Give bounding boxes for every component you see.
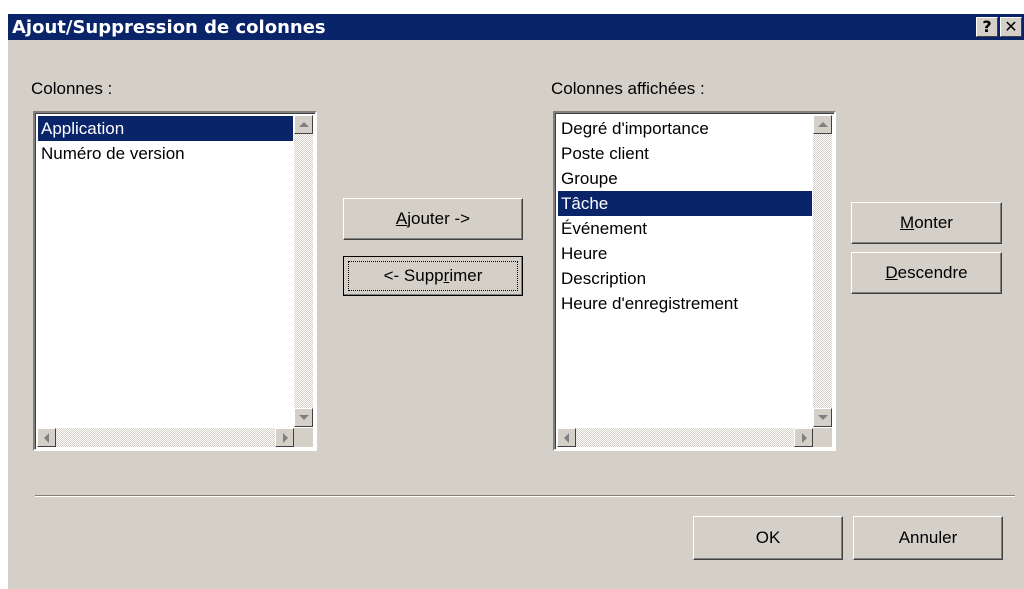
- remove-label-post: imer: [449, 266, 483, 285]
- horizontal-scrollbar[interactable]: [557, 428, 813, 447]
- ok-label: OK: [755, 528, 781, 547]
- scroll-left-button[interactable]: [37, 428, 56, 447]
- move-up-button[interactable]: Monter: [851, 202, 1002, 244]
- arrow-down-icon: [818, 415, 828, 420]
- add-label-mnemonic: A: [395, 209, 408, 228]
- arrow-down-icon: [299, 415, 309, 420]
- list-item[interactable]: Heure: [558, 241, 812, 266]
- ok-button[interactable]: OK: [693, 516, 843, 560]
- list-item[interactable]: Événement: [558, 216, 812, 241]
- available-columns-list[interactable]: Application Numéro de version: [33, 111, 317, 451]
- list-item[interactable]: Description: [558, 266, 812, 291]
- list-item[interactable]: Numéro de version: [38, 141, 293, 166]
- up-label-post: onter: [914, 213, 953, 232]
- remove-button[interactable]: <- Supprimer: [343, 256, 523, 296]
- scroll-up-button[interactable]: [813, 115, 832, 134]
- arrow-up-icon: [299, 122, 309, 127]
- scroll-corner: [813, 428, 832, 447]
- list-item[interactable]: Groupe: [558, 166, 812, 191]
- title-bar[interactable]: Ajout/Suppression de colonnes ? ✕: [8, 14, 1024, 40]
- up-label-mnemonic: M: [900, 213, 915, 232]
- close-icon[interactable]: ✕: [1000, 17, 1022, 37]
- arrow-right-icon: [802, 433, 807, 443]
- scroll-down-button[interactable]: [813, 408, 832, 427]
- down-label-post: escendre: [897, 263, 968, 282]
- add-label-post: jouter ->: [407, 209, 471, 228]
- cancel-button[interactable]: Annuler: [853, 516, 1003, 560]
- remove-label-pre: <- Supp: [383, 266, 444, 285]
- vertical-scrollbar[interactable]: [294, 115, 313, 427]
- dialog-window: Ajout/Suppression de colonnes ? ✕ Colonn…: [8, 14, 1024, 589]
- vertical-scrollbar[interactable]: [813, 115, 832, 427]
- arrow-up-icon: [818, 122, 828, 127]
- scroll-down-button[interactable]: [294, 408, 313, 427]
- arrow-right-icon: [283, 433, 288, 443]
- scroll-right-button[interactable]: [794, 428, 813, 447]
- horizontal-scrollbar[interactable]: [37, 428, 294, 447]
- list-item[interactable]: Degré d'importance: [558, 116, 812, 141]
- arrow-left-icon: [564, 433, 569, 443]
- separator-line: [35, 495, 1015, 497]
- displayed-columns-list[interactable]: Degré d'importance Poste client Groupe Tâch…: [553, 111, 836, 451]
- arrow-left-icon: [44, 433, 49, 443]
- scroll-corner: [294, 428, 313, 447]
- available-columns-label: Colonnes :: [31, 79, 113, 98]
- move-down-button[interactable]: Descendre: [851, 252, 1002, 294]
- help-button[interactable]: ?: [976, 17, 998, 37]
- list-item[interactable]: Poste client: [558, 141, 812, 166]
- add-button[interactable]: Ajouter ->: [343, 198, 523, 240]
- list-item[interactable]: Heure d'enregistrement: [558, 291, 812, 316]
- down-label-mnemonic: D: [885, 263, 898, 282]
- scroll-right-button[interactable]: [275, 428, 294, 447]
- dialog-title: Ajout/Suppression de colonnes: [12, 17, 326, 38]
- scroll-left-button[interactable]: [557, 428, 576, 447]
- cancel-label: Annuler: [898, 528, 958, 547]
- scroll-up-button[interactable]: [294, 115, 313, 134]
- list-item[interactable]: Tâche: [558, 191, 812, 216]
- displayed-columns-label: Colonnes affichées :: [551, 79, 705, 98]
- list-item[interactable]: Application: [38, 116, 293, 141]
